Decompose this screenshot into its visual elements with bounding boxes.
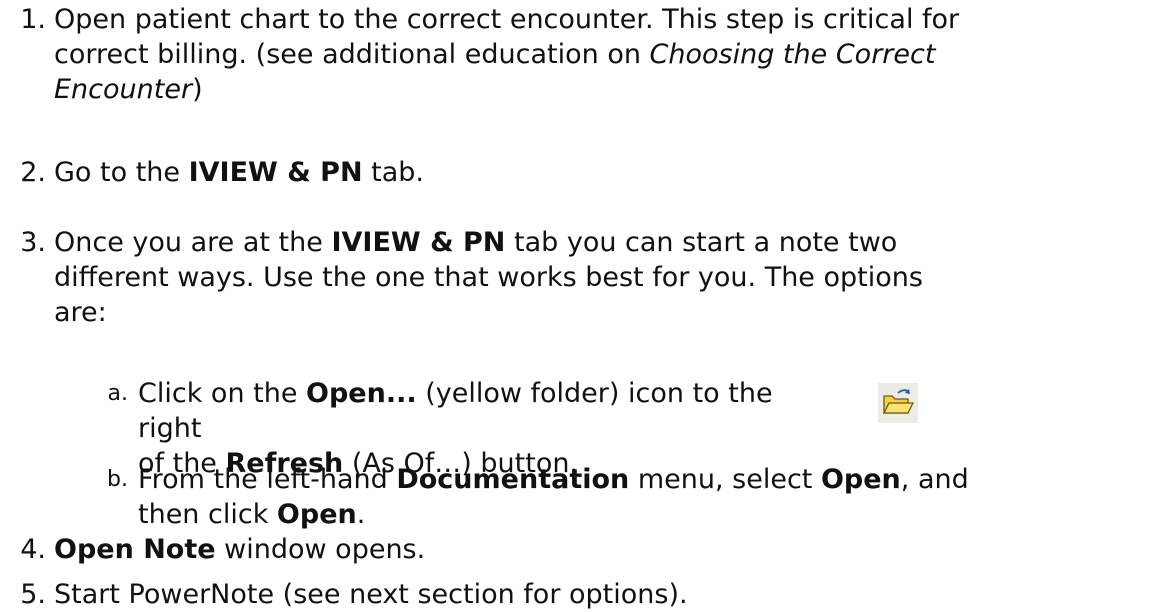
document-page: 1. Open patient chart to the correct enc… [0,0,1152,612]
step-number: 4. [20,534,46,565]
substep-letter: a. [107,381,128,406]
open-folder-icon [878,383,918,423]
step-text: Open patient chart to the correct encoun… [54,4,960,105]
step-text: Open Note window opens. [54,534,426,565]
step-text: Go to the IVIEW & PN tab. [54,157,424,188]
substep-letter: b. [107,467,128,492]
step-number: 1. [20,4,46,35]
step-number: 2. [20,157,46,188]
step-number: 3. [20,227,46,258]
step-text: Once you are at the IVIEW & PN tab you c… [54,227,923,328]
step-number: 5. [20,579,46,610]
step-text: Start PowerNote (see next section for op… [54,579,688,610]
substep-text: From the left-hand Documentation menu, s… [138,464,969,530]
